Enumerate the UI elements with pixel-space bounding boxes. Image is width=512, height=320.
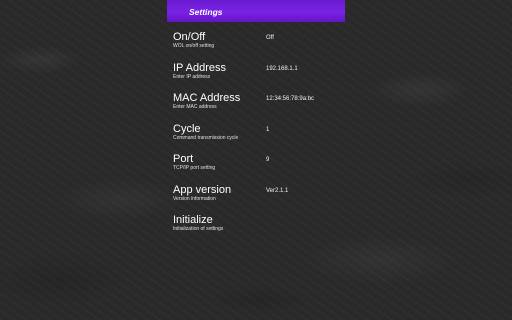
setting-row-app-version[interactable]: App version Version information Ver2.1.1: [173, 184, 353, 215]
setting-value: Off: [266, 35, 274, 41]
setting-value: Ver2.1.1: [266, 187, 289, 194]
setting-row-initialize[interactable]: Initialize Initialization of settings: [173, 214, 353, 245]
setting-row-mac-address[interactable]: MAC Address Enter MAC address 12:34:56:7…: [173, 92, 353, 123]
app-header: Settings: [167, 0, 345, 22]
setting-subtitle: Version information: [173, 195, 216, 202]
setting-subtitle: TCP/IP port setting: [173, 165, 216, 171]
setting-subtitle: Enter IP address: [173, 73, 211, 80]
header-title: Settings: [189, 7, 223, 17]
setting-value: 12:34:56:78:9a:bc: [266, 96, 315, 102]
setting-subtitle: Command transmission cycle: [173, 134, 239, 141]
setting-row-port[interactable]: Port TCP/IP port setting 9: [173, 153, 353, 184]
settings-list: On/Off WOL on/off setting Off IP Address…: [173, 31, 353, 245]
setting-value: 1: [266, 126, 270, 133]
setting-value: 9: [266, 157, 270, 163]
setting-subtitle: Enter MAC address: [173, 104, 217, 110]
setting-subtitle: WOL on/off setting: [173, 43, 215, 49]
setting-value: 192.168.1.1: [266, 65, 298, 72]
setting-row-ip-address[interactable]: IP Address Enter IP address 192.168.1.1: [173, 62, 353, 93]
setting-row-cycle[interactable]: Cycle Command transmission cycle 1: [173, 123, 353, 154]
setting-subtitle: Initialization of settings: [173, 226, 224, 232]
setting-row-on-off[interactable]: On/Off WOL on/off setting Off: [173, 31, 353, 62]
